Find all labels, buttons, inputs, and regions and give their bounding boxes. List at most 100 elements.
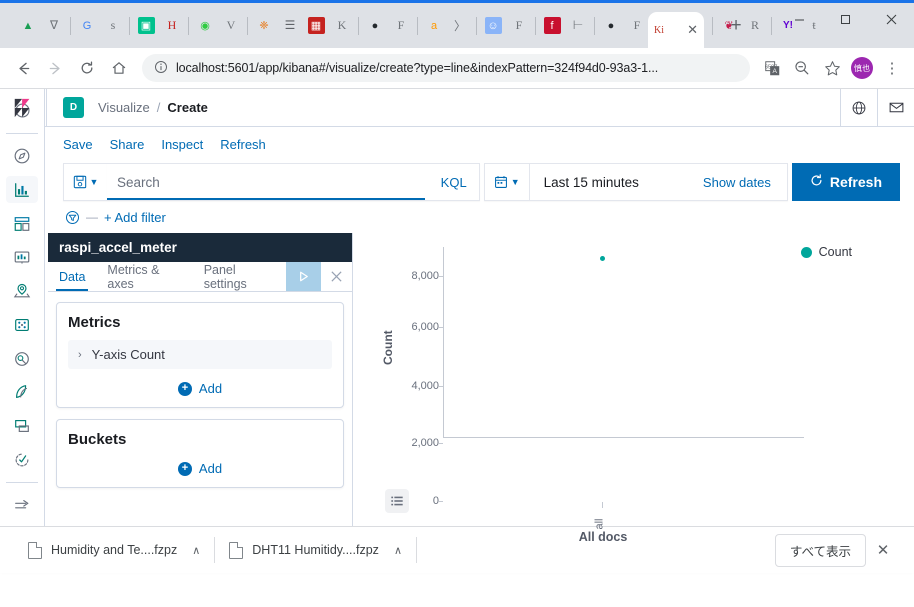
bookmark-photo-icon[interactable]: ▦ (303, 13, 329, 39)
refresh-action[interactable]: Refresh (220, 137, 266, 152)
bookmark-evernote[interactable]: ▣ (133, 13, 159, 39)
bookmark-separator (535, 16, 536, 35)
zoom-out-icon[interactable] (788, 54, 816, 82)
google-icon: G (82, 19, 92, 32)
chevron-up-icon[interactable]: ∧ (394, 544, 402, 557)
bookmark-amazon[interactable]: a (421, 13, 447, 39)
data-point-count[interactable] (600, 256, 605, 261)
bookmark-bookmark-letter-6[interactable]: F (388, 13, 414, 39)
window-minimize-button[interactable] (776, 3, 822, 35)
show-dates-button[interactable]: Show dates (653, 175, 787, 190)
search-field-wrapper[interactable]: KQL (107, 163, 480, 201)
sidebar-item-machine-learning[interactable] (6, 312, 38, 339)
refresh-button[interactable]: Refresh (791, 163, 900, 201)
inspect-action[interactable]: Inspect (161, 137, 203, 152)
kibana-main: D Visualize / Create Save Share Inspect … (14, 89, 914, 544)
download-item[interactable]: DHT11 Humitidy....fzpz ∧ (215, 534, 416, 566)
tab-metrics-axes[interactable]: Metrics & axes (96, 262, 192, 291)
bookmark-spotify[interactable]: ◉ (192, 13, 218, 39)
svg-text:\u6587: \u6587 (765, 64, 777, 70)
chevron-up-icon[interactable]: ∧ (192, 544, 200, 557)
address-bar[interactable]: localhost:5601/app/kibana#/visualize/cre… (142, 54, 750, 82)
bookmark-bookmark-letter-4[interactable]: V (218, 13, 244, 39)
bookmark-bookmark-letter-1[interactable]: ∇ (41, 13, 67, 39)
bookmark-bookmark-letter-5[interactable]: K (329, 13, 355, 39)
sidebar-item-dashboard[interactable] (6, 210, 38, 237)
window-maximize-button[interactable] (822, 3, 868, 35)
sidebar-item-discover[interactable] (6, 143, 38, 170)
add-bucket-label: Add (198, 461, 223, 476)
chart-legend[interactable]: Count (800, 245, 852, 259)
bookmark-bookmark-letter-10[interactable]: F (624, 13, 650, 39)
refresh-button-label: Refresh (829, 174, 882, 190)
bookmark-google-drive[interactable]: ▲ (15, 13, 41, 39)
bookmark-colorful-icon[interactable]: ❈ (251, 13, 277, 39)
add-filter-button[interactable]: + Add filter (104, 210, 166, 225)
bookmark-bookmark-letter-3[interactable]: H (159, 13, 185, 39)
site-info-icon[interactable] (154, 60, 168, 77)
browser-tab-kibana[interactable]: Ki ✕ (648, 12, 704, 48)
close-download-shelf-button[interactable]: ✕ (866, 541, 900, 559)
home-icon[interactable] (104, 53, 134, 83)
sidebar-item-infrastructure[interactable] (6, 413, 38, 440)
sidebar-item-canvas[interactable] (6, 244, 38, 271)
bookmark-bookmark-letter-8[interactable]: F (506, 13, 532, 39)
newsfeed-envelope-icon[interactable] (877, 89, 914, 126)
bookmark-letter-12-icon: R (750, 18, 759, 32)
elastic-logo-icon[interactable] (0, 89, 47, 126)
translate-icon[interactable]: A\u6587 (758, 54, 786, 82)
sidebar-item-collapse-nav[interactable] (6, 492, 38, 519)
metric-row-y-axis-count[interactable]: › Y-axis Count (68, 340, 332, 369)
help-icon[interactable] (840, 89, 877, 126)
tab-panel-settings[interactable]: Panel settings (193, 262, 286, 291)
bookmark-adobe[interactable]: f (539, 13, 565, 39)
show-all-downloads-button[interactable]: すべて表示 (774, 533, 866, 567)
tab-close-icon[interactable]: ✕ (687, 22, 698, 38)
add-bucket-button[interactable]: + Add (68, 457, 332, 478)
search-input[interactable] (107, 174, 429, 190)
file-icon (28, 541, 42, 559)
forward-icon[interactable] (40, 53, 70, 83)
reload-icon[interactable] (72, 53, 102, 83)
legend-toggle-button[interactable] (385, 489, 409, 513)
bookmark-separator (247, 16, 248, 35)
sidebar-item-uptime[interactable] (6, 447, 38, 474)
time-range-label[interactable]: Last 15 minutes (530, 175, 653, 190)
share-action[interactable]: Share (110, 137, 145, 152)
browser-menu-icon[interactable]: ⋮ (878, 54, 906, 82)
bookmark-bookmark-letter-7[interactable]: 〉 (447, 13, 473, 39)
back-icon[interactable] (8, 53, 38, 83)
profile-avatar[interactable]: 慎也 (851, 57, 873, 79)
sidebar-item-visualize[interactable] (6, 176, 38, 204)
query-language-button[interactable]: KQL (429, 175, 479, 190)
new-tab-button[interactable]: + (722, 12, 750, 40)
bookmark-chat-icon[interactable]: ☺ (480, 13, 506, 39)
window-controls (776, 3, 914, 35)
browser-tabstrip: ▲∇Gs▣H◉V❈☰▦K●Fa〉☺Ff⊢●F⚡F❦RY!ŧ Ki ✕ + (0, 3, 914, 48)
save-action[interactable]: Save (63, 137, 93, 152)
breadcrumb-visualize[interactable]: Visualize (98, 100, 150, 115)
add-metric-button[interactable]: + Add (68, 377, 332, 398)
vis-canvas: Count Count 8,000 6,000 4,000 2,000 0 al… (367, 233, 914, 544)
space-avatar[interactable]: D (63, 97, 84, 118)
download-item[interactable]: Humidity and Te....fzpz ∧ (14, 534, 214, 566)
calendar-icon-button[interactable]: ▼ (485, 164, 530, 200)
bookmark-google[interactable]: G (74, 13, 100, 39)
apply-changes-button[interactable] (285, 262, 322, 291)
bookmark-document-icon[interactable]: ☰ (277, 13, 303, 39)
sidebar-item-maps[interactable] (6, 278, 38, 305)
saved-query-button[interactable]: ▼ (63, 163, 107, 201)
filter-icon[interactable] (65, 210, 80, 225)
bookmark-star-icon[interactable] (818, 54, 846, 82)
window-close-button[interactable] (868, 3, 914, 35)
sidebar-item-apm[interactable] (6, 379, 38, 406)
bookmark-bookmark-letter-2[interactable]: s (100, 13, 126, 39)
discard-changes-button[interactable] (321, 262, 352, 291)
bookmark-github[interactable]: ● (362, 13, 388, 39)
tab-data[interactable]: Data (48, 262, 96, 291)
y-tick-mark (439, 443, 443, 444)
date-picker-group: ▼ Last 15 minutes Show dates (483, 163, 788, 201)
bookmark-bookmark-letter-9[interactable]: ⊢ (565, 13, 591, 39)
sidebar-item-graph[interactable] (6, 345, 38, 372)
bookmark-github-2[interactable]: ● (598, 13, 624, 39)
